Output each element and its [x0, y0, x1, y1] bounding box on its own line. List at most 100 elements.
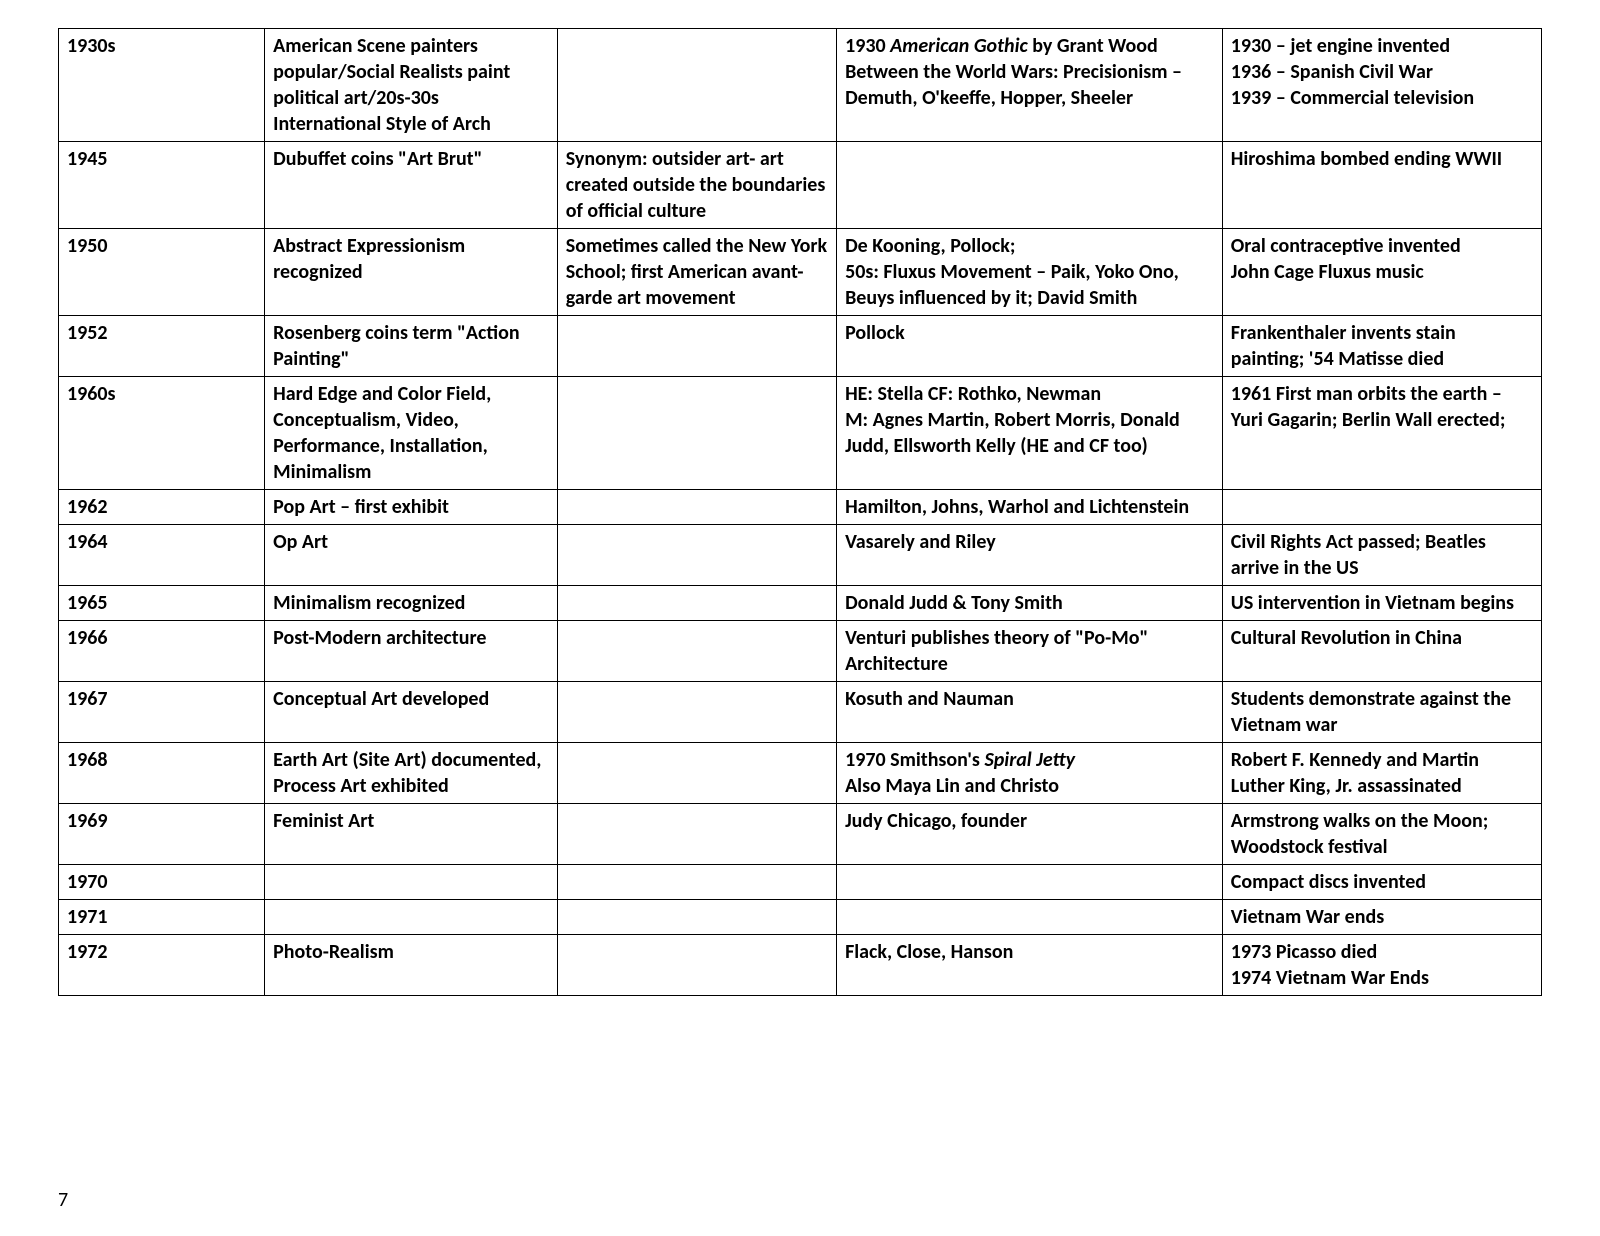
table-cell: US intervention in Vietnam begins [1222, 586, 1541, 621]
table-cell [557, 525, 836, 586]
table-cell [557, 316, 836, 377]
cell-line: Feminist Art [273, 808, 549, 834]
table-cell [837, 900, 1223, 935]
table-cell: Judy Chicago, founder [837, 804, 1223, 865]
table-cell: Kosuth and Nauman [837, 682, 1223, 743]
table-cell: Students demonstrate against the Vietnam… [1222, 682, 1541, 743]
table-row: 1966 Post-Modern architecture Venturi publ… [59, 621, 1542, 682]
cell-line: Donald Judd & Tony Smith [845, 590, 1214, 616]
cell-line: 50s: Fluxus Movement – Paik, Yoko Ono, B… [845, 259, 1214, 311]
table-cell: Hamilton, Johns, Warhol and Lichtenstein [837, 490, 1223, 525]
table-cell [837, 865, 1223, 900]
cell-line: Vasarely and Riley [845, 529, 1214, 555]
table-cell: Rosenberg coins term "Action Painting" [265, 316, 558, 377]
cell-line: 1972 [67, 939, 256, 965]
cell-line: 1968 [67, 747, 256, 773]
cell-line: 1930 American Gothic by Grant Wood [845, 33, 1214, 59]
table-cell: 1972 [59, 935, 265, 996]
table-cell [557, 935, 836, 996]
table-cell: Frankenthaler invents stain painting; '5… [1222, 316, 1541, 377]
table-cell: Hard Edge and Color Field, Conceptualism… [265, 377, 558, 490]
cell-line: Armstrong walks on the Moon; Woodstock f… [1231, 808, 1533, 860]
cell-line: 1970 [67, 869, 256, 895]
table-cell [265, 865, 558, 900]
table-cell: De Kooning, Pollock;50s: Fluxus Movement… [837, 229, 1223, 316]
cell-line: Frankenthaler invents stain painting; '5… [1231, 320, 1533, 372]
cell-line: 1960s [67, 381, 256, 407]
table-cell: Donald Judd & Tony Smith [837, 586, 1223, 621]
cell-line: 1930s [67, 33, 256, 59]
cell-line: Earth Art (Site Art) documented, Process… [273, 747, 549, 799]
cell-line: Between the World Wars: Precisionism – D… [845, 59, 1214, 111]
table-cell: 1945 [59, 142, 265, 229]
table-cell: Photo-Realism [265, 935, 558, 996]
table-cell [557, 804, 836, 865]
cell-line: Dubuffet coins "Art Brut" [273, 146, 549, 172]
table-cell: 1969 [59, 804, 265, 865]
table-cell: 1952 [59, 316, 265, 377]
cell-line: Synonym: outsider art- art created outsi… [566, 146, 828, 224]
cell-line: Robert F. Kennedy and Martin Luther King… [1231, 747, 1533, 799]
table-cell: Synonym: outsider art- art created outsi… [557, 142, 836, 229]
table-cell: 1950 [59, 229, 265, 316]
table-cell: Pop Art – first exhibit [265, 490, 558, 525]
table-cell [557, 29, 836, 142]
table-row: 1971 Vietnam War ends [59, 900, 1542, 935]
cell-line: 1962 [67, 494, 256, 520]
table-cell: Vietnam War ends [1222, 900, 1541, 935]
table-cell: Vasarely and Riley [837, 525, 1223, 586]
table-cell: 1973 Picasso died1974 Vietnam War Ends [1222, 935, 1541, 996]
table-cell [557, 586, 836, 621]
table-cell: 1961 First man orbits the earth – Yuri G… [1222, 377, 1541, 490]
table-cell: Abstract Expressionism recognized [265, 229, 558, 316]
table-cell: Feminist Art [265, 804, 558, 865]
table-cell [1222, 490, 1541, 525]
table-cell: Venturi publishes theory of "Po-Mo" Arch… [837, 621, 1223, 682]
cell-line: 1973 Picasso died [1231, 939, 1533, 965]
table-cell [557, 865, 836, 900]
table-row: 1952Rosenberg coins term "Action Paintin… [59, 316, 1542, 377]
document-page: 1930sAmerican Scene painters popular/Soc… [0, 0, 1600, 1236]
table-cell: 1962 [59, 490, 265, 525]
italic-text: American Gothic [890, 34, 1028, 58]
table-cell: 1964 [59, 525, 265, 586]
table-cell: Post-Modern architecture [265, 621, 558, 682]
table-row: 1945 Dubuffet coins "Art Brut" Synonym: ou… [59, 142, 1542, 229]
cell-line: Venturi publishes theory of "Po-Mo" Arch… [845, 625, 1214, 677]
table-cell [837, 142, 1223, 229]
cell-line: John Cage Fluxus music [1231, 259, 1533, 285]
table-cell: Sometimes called the New York School; fi… [557, 229, 836, 316]
table-row: 1960s Hard Edge and Color Field, Conceptu… [59, 377, 1542, 490]
cell-line: US intervention in Vietnam begins [1231, 590, 1533, 616]
cell-line: 1966 [67, 625, 256, 651]
cell-line: Post-Modern architecture [273, 625, 549, 651]
cell-line: Oral contraceptive invented [1231, 233, 1533, 259]
cell-line: Op Art [273, 529, 549, 555]
cell-line: Rosenberg coins term "Action Painting" [273, 320, 549, 372]
cell-line: 1965 [67, 590, 256, 616]
table-cell: HE: Stella CF: Rothko, NewmanM: Agnes Ma… [837, 377, 1223, 490]
table-row: 1968 Earth Art (Site Art) documented, Pro… [59, 743, 1542, 804]
table-cell: 1930 American Gothic by Grant WoodBetwee… [837, 29, 1223, 142]
cell-line: 1969 [67, 808, 256, 834]
table-row: 1970 Compact discs invented [59, 865, 1542, 900]
cell-line: 1930 – jet engine invented [1231, 33, 1533, 59]
table-cell: Civil Rights Act passed; Beatles arrive … [1222, 525, 1541, 586]
table-cell: 1971 [59, 900, 265, 935]
table-cell: Compact discs invented [1222, 865, 1541, 900]
table-cell: Pollock [837, 316, 1223, 377]
cell-line: De Kooning, Pollock; [845, 233, 1214, 259]
table-cell [557, 377, 836, 490]
table-cell [557, 743, 836, 804]
cell-line: 1945 [67, 146, 256, 172]
table-row: 1969 Feminist Art Judy Chicago, founderArm… [59, 804, 1542, 865]
table-row: 1962 Pop Art – first exhibit Hamilton, Joh… [59, 490, 1542, 525]
table-cell: 1970 Smithson's Spiral JettyAlso Maya Li… [837, 743, 1223, 804]
cell-line: 1971 [67, 904, 256, 930]
cell-line: HE: Stella CF: Rothko, Newman [845, 381, 1214, 407]
table-cell: 1960s [59, 377, 265, 490]
cell-line: M: Agnes Martin, Robert Morris, Donald J… [845, 407, 1214, 459]
cell-line: Kosuth and Nauman [845, 686, 1214, 712]
table-cell: Flack, Close, Hanson [837, 935, 1223, 996]
table-cell: Dubuffet coins "Art Brut" [265, 142, 558, 229]
